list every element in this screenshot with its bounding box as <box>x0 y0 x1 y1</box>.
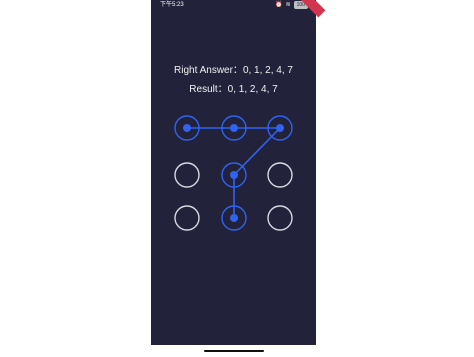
alarm-icon: ⏰ <box>275 2 283 8</box>
pattern-node-5[interactable] <box>267 162 293 188</box>
pattern-node-dot <box>230 214 238 222</box>
pattern-node-dot <box>183 124 191 132</box>
pattern-node-8[interactable] <box>267 205 293 231</box>
pattern-node-ring <box>267 162 293 188</box>
status-bar: 下午5:23 ⏰ ≋ 100 <box>151 0 316 10</box>
result-value: 0, 1, 2, 4, 7 <box>227 84 278 95</box>
gesture-pattern-grid[interactable] <box>151 105 316 245</box>
pattern-node-ring <box>267 205 293 231</box>
pattern-node-dot <box>230 124 238 132</box>
pattern-node-ring <box>174 162 200 188</box>
pattern-node-dot <box>230 171 238 179</box>
pattern-node-ring <box>174 205 200 231</box>
right-answer-value: 0, 1, 2, 4, 7 <box>242 65 293 76</box>
status-time: 下午5:23 <box>160 2 184 8</box>
home-indicator <box>204 350 264 352</box>
right-answer-label: Right Answer： <box>174 65 243 76</box>
pattern-node-3[interactable] <box>174 162 200 188</box>
result-text: Result：0, 1, 2, 4, 7 <box>151 80 316 95</box>
pattern-link-2-4 <box>233 127 281 176</box>
pattern-node-6[interactable] <box>174 205 200 231</box>
pattern-node-dot <box>276 124 284 132</box>
right-answer-text: Right Answer：0, 1, 2, 4, 7 <box>151 61 316 76</box>
result-label: Result： <box>189 84 228 95</box>
wifi-icon: ≋ <box>285 2 291 8</box>
